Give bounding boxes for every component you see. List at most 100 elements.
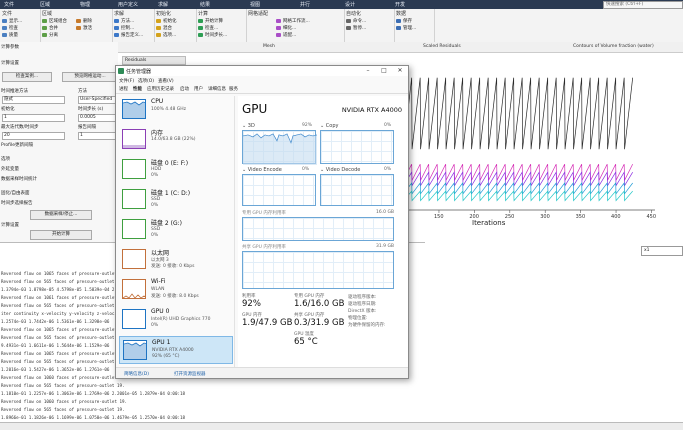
task-page-panel: 计算参数 计算设置 检查案例... 预览网格运动... 时间推进方法 方法 隐式…: [0, 42, 119, 242]
tab-parallel[interactable]: 并行: [300, 1, 310, 8]
tab-details[interactable]: 详细信息: [208, 86, 226, 92]
report-interval-field[interactable]: 1: [78, 132, 117, 140]
tab-performance[interactable]: 性能: [133, 86, 142, 92]
ribbon-item[interactable]: 暂停...: [346, 25, 366, 31]
ribbon-item[interactable]: 细化...: [276, 25, 296, 31]
check-case-button[interactable]: 检查案例...: [2, 72, 52, 82]
ribbon-item[interactable]: 保存: [396, 18, 412, 24]
graph-3d: [242, 130, 317, 165]
title-bar[interactable]: 任务管理器 – □ ✕: [116, 66, 408, 76]
resource-item-1-c-d[interactable]: 磁盘 1 (C: D:) SSD 0%: [119, 186, 233, 214]
method-select[interactable]: User-Specified: [78, 96, 117, 104]
fewer-details-link[interactable]: 简略信息(D): [124, 371, 149, 377]
ribbon-item[interactable]: 初始化: [156, 18, 177, 24]
pane-title-residuals[interactable]: Scaled Residuals: [423, 44, 461, 49]
maximize-icon[interactable]: □: [376, 66, 392, 76]
quick-search-input[interactable]: 快速搜索 (Ctrl+F): [603, 1, 683, 9]
time-advance-label: 时间推进方法: [1, 89, 28, 94]
ribbon-item[interactable]: 分离: [42, 32, 58, 38]
resource-thumbnail: [122, 309, 146, 329]
ribbon-item[interactable]: 时间步长...: [198, 32, 227, 38]
ribbon-item[interactable]: 选项...: [156, 32, 176, 38]
menu-view[interactable]: 查看(V): [158, 78, 174, 84]
tab-processes[interactable]: 进程: [119, 86, 128, 92]
residuals-tab[interactable]: Residuals: [122, 56, 186, 65]
ribbon-item[interactable]: 合并: [42, 25, 58, 31]
ribbon-item[interactable]: 命令...: [346, 18, 366, 24]
tab-services[interactable]: 服务: [229, 86, 238, 92]
graphics-pane-headers: Mesh Scaled Residuals Contours of Volume…: [118, 42, 683, 53]
resource-name: 磁盘 0 (E: F:): [151, 160, 189, 167]
tab-app-history[interactable]: 应用历史记录: [147, 86, 174, 92]
ribbon-item[interactable]: 质量: [2, 32, 18, 38]
ribbon-item[interactable]: 方法...: [114, 18, 134, 24]
resource-item-[interactable]: 内存 14.0/63.8 GB (22%): [119, 126, 233, 154]
param-field[interactable]: 1: [2, 114, 65, 122]
resource-item-gpu-0[interactable]: GPU 0 Intel(R) UHD Graphics 770 0%: [119, 306, 233, 334]
tab-view[interactable]: 视图: [250, 1, 260, 8]
minimize-icon[interactable]: –: [360, 66, 376, 76]
window-title: 任务管理器: [126, 69, 152, 75]
data-sampling-button[interactable]: 数据采样/停止...: [30, 210, 92, 220]
ribbon-item[interactable]: 报告定义...: [114, 32, 143, 38]
resource-thumbnail: [123, 340, 147, 360]
pane-title-contours[interactable]: Contours of Volume fraction (water): [573, 44, 654, 49]
resource-item-0-e-f[interactable]: 磁盘 0 (E: F:) HDD 0%: [119, 156, 233, 184]
ribbon-item[interactable]: 适配...: [276, 32, 296, 38]
ribbon-item[interactable]: 网格工作流...: [276, 18, 310, 24]
resource-usage: 0%: [151, 173, 159, 178]
ribbon-item[interactable]: 管理...: [396, 25, 416, 31]
graphics-selector[interactable]: x1: [641, 246, 683, 256]
ribbon-item[interactable]: 混合: [156, 25, 172, 31]
resource-item-2-g[interactable]: 磁盘 2 (G:) SSD 0%: [119, 216, 233, 244]
menu-file[interactable]: 文件(F): [119, 78, 134, 84]
gpu-model-name: NVIDIA RTX A4000: [341, 106, 402, 114]
ribbon-item[interactable]: 检查: [2, 25, 18, 31]
ribbon-item[interactable]: 控制...: [114, 25, 134, 31]
tab-physics[interactable]: 物理: [80, 1, 90, 8]
open-resource-monitor-link[interactable]: 打开资源监视器: [174, 371, 206, 377]
tab-develop[interactable]: 开发: [395, 1, 405, 8]
extrapolate-checkbox[interactable]: 外延变量: [1, 166, 19, 172]
tab-zone[interactable]: 区域: [40, 1, 50, 8]
tab-solve[interactable]: 求解: [158, 1, 168, 8]
data-sampling-checkbox[interactable]: 数据采样时间统计: [1, 176, 37, 182]
menu-options[interactable]: 选项(O): [138, 78, 154, 84]
tab-results[interactable]: 结果: [200, 1, 210, 8]
close-icon[interactable]: ✕: [392, 66, 408, 76]
ribbon-item[interactable]: 区域组合: [42, 18, 67, 24]
resource-thumbnail: [122, 129, 146, 149]
ribbon-item[interactable]: 开始计算: [198, 18, 223, 24]
start-calculation-button[interactable]: 开始计算: [30, 230, 92, 240]
resource-item-[interactable]: 以太网 以太网 3 发送: 0 接收: 0 Kbps: [119, 246, 233, 274]
profile-update-label: Profile更新间隔: [1, 143, 33, 148]
resource-item-wi-fi[interactable]: Wi-Fi WLAN 发送: 0 接收: 8.0 Kbps: [119, 276, 233, 304]
ribbon-item[interactable]: 激活: [76, 25, 92, 31]
time-step-report-checkbox[interactable]: 时间步选择报告: [1, 200, 33, 206]
time-step-field[interactable]: 0.0005: [78, 114, 117, 122]
ribbon: 文件 显示... 检查 质量 区域 区域组合 合并 分离 删除 激活 求解 方法…: [0, 9, 683, 43]
time-method-select[interactable]: 隐式: [2, 96, 65, 104]
preview-mesh-motion-button[interactable]: 预览网格运动...: [62, 72, 118, 82]
ribbon-group: 求解 方法... 控制... 报告定义...: [112, 9, 155, 42]
resource-item-cpu[interactable]: CPU 100% 4.48 GHz: [119, 96, 233, 124]
console-line: 9.4931e-01 1.6611e-06 1.5644e-06 1.1529e…: [1, 343, 110, 348]
solid-surface-checkbox[interactable]: 固化/自由表面: [1, 190, 30, 196]
ribbon-item[interactable]: 显示...: [2, 18, 22, 24]
resource-detail: NVIDIA RTX A4000: [152, 348, 194, 353]
ribbon-item[interactable]: 检查...: [198, 25, 218, 31]
ribbon-item[interactable]: 删除: [76, 18, 92, 24]
resource-name: GPU 0: [151, 308, 170, 315]
resource-thumbnail: [122, 249, 146, 269]
tab-startup[interactable]: 启动: [180, 86, 189, 92]
shared-mem-value: 0.3/31.9 GB: [294, 318, 345, 328]
graph-copy: [320, 130, 394, 164]
tab-design[interactable]: 设计: [345, 1, 355, 8]
max-iter-field[interactable]: 20: [2, 132, 65, 140]
resource-item-gpu-1[interactable]: GPU 1 NVIDIA RTX A4000 92% (65 °C): [119, 336, 233, 364]
tab-file[interactable]: 文件: [4, 1, 14, 8]
tab-user-defined[interactable]: 用户定义: [118, 1, 138, 8]
pane-title-mesh[interactable]: Mesh: [263, 44, 275, 49]
tab-users[interactable]: 用户: [194, 86, 203, 92]
ribbon-group-title: 计算: [198, 11, 209, 17]
